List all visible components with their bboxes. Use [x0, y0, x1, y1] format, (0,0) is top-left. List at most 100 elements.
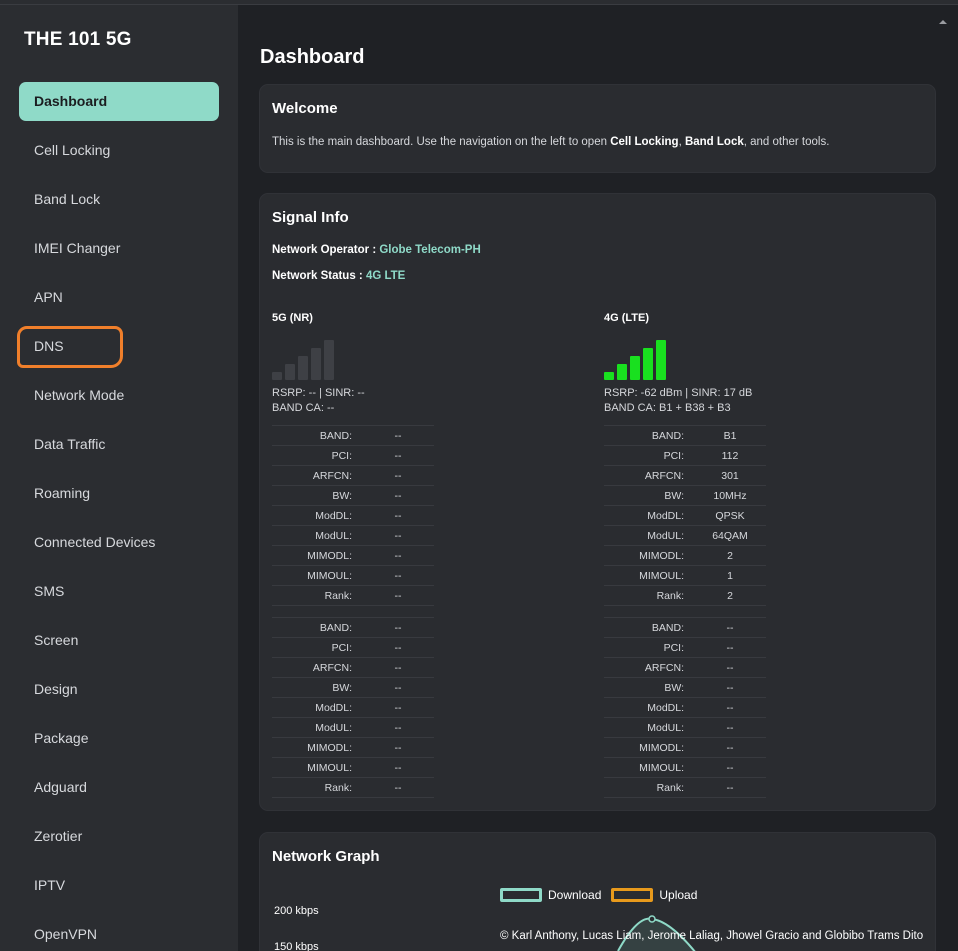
field-value: 64QAM — [694, 525, 766, 546]
field-label: PCI: — [272, 637, 362, 658]
field-label: ModDL: — [604, 697, 694, 718]
field-value: -- — [362, 445, 434, 466]
sidebar-item-connected-devices[interactable]: Connected Devices — [19, 523, 219, 562]
table-row: MIMODL: -- — [272, 545, 434, 566]
scroll-up-icon[interactable] — [938, 17, 948, 27]
sidebar-item-label: SMS — [34, 583, 65, 599]
signal-info-title: Signal Info — [272, 209, 349, 226]
field-label: BAND: — [604, 617, 694, 638]
table-row: MIMODL: 2 — [604, 545, 766, 566]
sidebar-item-label: Data Traffic — [34, 436, 106, 452]
field-label: BW: — [604, 677, 694, 698]
sidebar-item-label: IPTV — [34, 877, 66, 893]
table-row: ARFCN: -- — [604, 657, 766, 678]
field-value: 1 — [694, 565, 766, 586]
field-label: ARFCN: — [272, 465, 362, 486]
welcome-text: This is the main dashboard. Use the navi… — [272, 136, 829, 148]
sidebar-item-imei-changer[interactable]: IMEI Changer — [19, 229, 219, 268]
sidebar-item-network-mode[interactable]: Network Mode — [19, 376, 219, 415]
nr-signal-bars-icon — [272, 338, 342, 380]
field-value: -- — [362, 465, 434, 486]
sidebar-item-label: Design — [34, 681, 78, 697]
field-value: 112 — [694, 445, 766, 466]
main-content: Dashboard Welcome This is the main dashb… — [238, 5, 958, 951]
sidebar-item-zerotier[interactable]: Zerotier — [19, 817, 219, 856]
table-row: ModUL: 64QAM — [604, 525, 766, 546]
signal-info-card: Signal Info Network Operator : Globe Tel… — [259, 193, 936, 811]
sidebar-item-data-traffic[interactable]: Data Traffic — [19, 425, 219, 464]
field-label: BW: — [272, 677, 362, 698]
nr-title: 5G (NR) — [272, 312, 313, 324]
welcome-link-band-lock: Band Lock — [684, 136, 744, 148]
field-label: MIMODL: — [272, 545, 362, 566]
field-value: 10MHz — [694, 485, 766, 506]
signal-bar — [643, 348, 653, 380]
network-status-value: 4G LTE — [365, 270, 406, 282]
sidebar-item-label: IMEI Changer — [34, 240, 121, 256]
sidebar-item-label: APN — [34, 289, 63, 305]
footer-credits: © Karl Anthony, Lucas Liam, Jerome Lalia… — [500, 930, 924, 942]
field-label: ModUL: — [604, 717, 694, 738]
table-row: MIMODL: -- — [604, 737, 766, 758]
table-row: Rank: -- — [272, 585, 434, 606]
lte-column: 4G (LTE) RSRP: -62 dBm | SINR: 17 dB BAN… — [604, 312, 766, 798]
table-row: BAND: B1 — [604, 425, 766, 446]
table-row: MIMODL: -- — [272, 737, 434, 758]
nr-secondary-table: BAND: -- PCI: -- ARFCN: -- BW: -- ModDL: -- ModUL:… — [272, 617, 434, 798]
sidebar-item-label: Package — [34, 730, 89, 746]
field-value: -- — [694, 757, 766, 778]
field-value: -- — [362, 717, 434, 738]
sidebar-item-apn[interactable]: APN — [19, 278, 219, 317]
field-value: -- — [362, 505, 434, 526]
field-value: -- — [362, 777, 434, 798]
signal-bar — [298, 356, 308, 380]
field-label: BAND: — [272, 617, 362, 638]
table-row: PCI: -- — [272, 637, 434, 658]
sidebar-item-adguard[interactable]: Adguard — [19, 768, 219, 807]
signal-bar — [272, 372, 282, 380]
sidebar-item-cell-locking[interactable]: Cell Locking — [19, 131, 219, 170]
table-row: ARFCN: 301 — [604, 465, 766, 486]
welcome-text-b: , and other tools. — [743, 136, 830, 148]
sidebar-item-band-lock[interactable]: Band Lock — [19, 180, 219, 219]
table-row: ARFCN: -- — [272, 657, 434, 678]
table-row: BAND: -- — [272, 425, 434, 446]
sidebar-item-roaming[interactable]: Roaming — [19, 474, 219, 513]
sidebar-item-package[interactable]: Package — [19, 719, 219, 758]
lte-secondary-table: BAND: -- PCI: -- ARFCN: -- BW: -- ModDL: -- ModUL:… — [604, 617, 766, 798]
sidebar-item-label: Network Mode — [34, 387, 125, 403]
table-row: MIMOUL: -- — [604, 757, 766, 778]
network-status-label: Network Status : — [272, 270, 366, 282]
sidebar-item-dashboard[interactable]: Dashboard — [19, 82, 219, 121]
signal-bar — [617, 364, 627, 380]
table-row: PCI: 112 — [604, 445, 766, 466]
sidebar-item-sms[interactable]: SMS — [19, 572, 219, 611]
field-value: -- — [362, 525, 434, 546]
table-row: ModDL: -- — [604, 697, 766, 718]
lte-band-ca: BAND CA: B1 + B38 + B3 — [604, 402, 731, 414]
field-value: -- — [694, 637, 766, 658]
table-row: ARFCN: -- — [272, 465, 434, 486]
field-label: BW: — [604, 485, 694, 506]
sidebar-item-openvpn[interactable]: OpenVPN — [19, 915, 219, 951]
table-row: ModUL: -- — [272, 525, 434, 546]
sidebar-item-label: Zerotier — [34, 828, 83, 844]
network-operator-value: Globe Telecom-PH — [379, 244, 481, 256]
field-label: BW: — [272, 485, 362, 506]
nr-rsrp-sinr: RSRP: -- | SINR: -- — [272, 387, 365, 399]
field-label: ModUL: — [272, 525, 362, 546]
sidebar-item-dns[interactable]: DNS — [17, 326, 219, 368]
field-value: -- — [694, 657, 766, 678]
field-value: -- — [694, 737, 766, 758]
field-label: MIMOUL: — [272, 757, 362, 778]
table-row: BW: 10MHz — [604, 485, 766, 506]
signal-bar — [285, 364, 295, 380]
sidebar-item-label: Adguard — [34, 779, 87, 795]
table-row: MIMOUL: 1 — [604, 565, 766, 586]
signal-bar — [311, 348, 321, 380]
lte-signal-bars-icon — [604, 338, 674, 380]
sidebar-item-design[interactable]: Design — [19, 670, 219, 709]
sidebar-item-iptv[interactable]: IPTV — [19, 866, 219, 905]
field-label: Rank: — [604, 777, 694, 798]
sidebar-item-screen[interactable]: Screen — [19, 621, 219, 660]
